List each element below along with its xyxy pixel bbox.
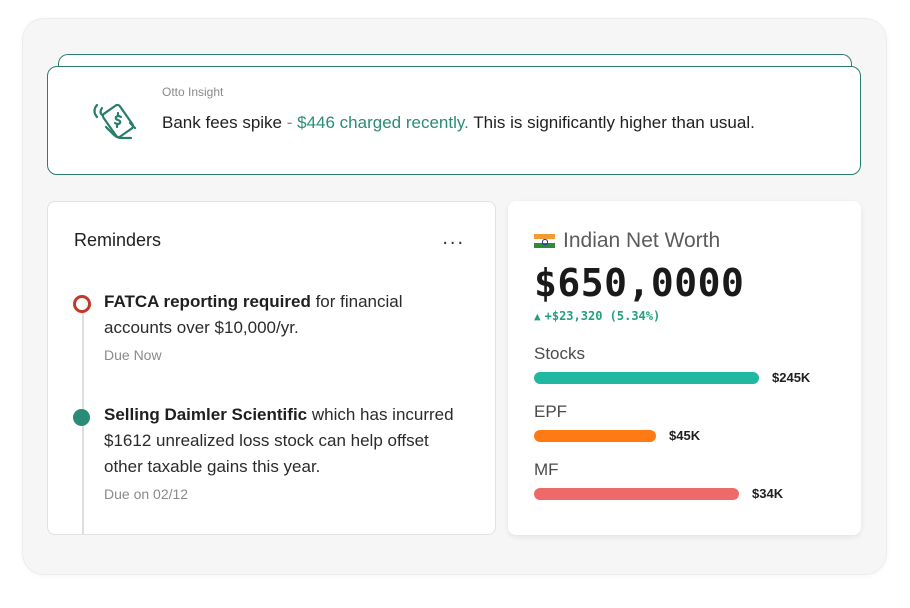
asset-amount: $245K <box>772 370 811 385</box>
net-worth-card: Indian Net Worth $650,0000 ▲ +$23,320 (5.… <box>508 201 861 535</box>
asset-bar <box>534 371 759 384</box>
status-dot-due-now <box>73 295 91 313</box>
asset-label: MF <box>534 460 559 479</box>
reminder-title: Selling Daimler Scientific <box>104 405 308 424</box>
insight-message: Bank fees spike - $446 charged recently.… <box>162 109 762 136</box>
asset-bar <box>534 487 739 500</box>
reminder-due: Due on 02/12 <box>104 486 189 502</box>
asset-label: Stocks <box>534 344 586 363</box>
insight-lead: Bank fees spike <box>162 113 283 132</box>
insight-rest: This is significantly higher than usual. <box>468 113 755 132</box>
reminder-item[interactable]: Selling Daimler Scientific which has inc… <box>104 402 464 502</box>
india-flag-icon <box>534 234 555 248</box>
asset-row-stocks[interactable]: Stocks $245K <box>534 344 810 385</box>
asset-bar <box>534 429 656 442</box>
more-options-button[interactable]: ... <box>442 228 465 248</box>
hand-money-signal-icon <box>93 103 137 140</box>
net-worth-title: Indian Net Worth <box>563 229 721 252</box>
trend-up-icon: ▲ <box>534 310 541 323</box>
net-worth-header: Indian Net Worth <box>534 229 720 253</box>
reminders-title: Reminders <box>74 230 162 250</box>
net-worth-value: $650,0000 <box>534 261 745 305</box>
status-dot-upcoming <box>73 409 90 426</box>
reminders-card: Reminders ... FATCA reporting required f… <box>47 201 496 535</box>
asset-row-mf[interactable]: MF $34K <box>534 460 783 501</box>
net-worth-change-value: +$23,320 (5.34%) <box>544 309 661 323</box>
net-worth-change: ▲ +$23,320 (5.34%) <box>534 309 660 323</box>
reminder-title: FATCA reporting required <box>104 292 311 311</box>
asset-row-epf[interactable]: EPF $45K <box>534 402 700 443</box>
insight-separator: - <box>282 113 298 132</box>
reminder-item[interactable]: FATCA reporting required for financial a… <box>104 289 464 363</box>
reminder-body: Selling Daimler Scientific which has inc… <box>104 402 464 480</box>
asset-amount: $45K <box>669 428 701 443</box>
insight-highlight: $446 charged recently. <box>297 113 469 132</box>
insight-card[interactable]: Otto Insight Bank fees spike - $446 char… <box>47 66 861 175</box>
reminder-body: FATCA reporting required for financial a… <box>104 289 464 341</box>
asset-amount: $34K <box>752 486 784 501</box>
asset-label: EPF <box>534 402 568 421</box>
reminder-due: Due Now <box>104 347 162 363</box>
insight-eyebrow: Otto Insight <box>162 85 224 99</box>
